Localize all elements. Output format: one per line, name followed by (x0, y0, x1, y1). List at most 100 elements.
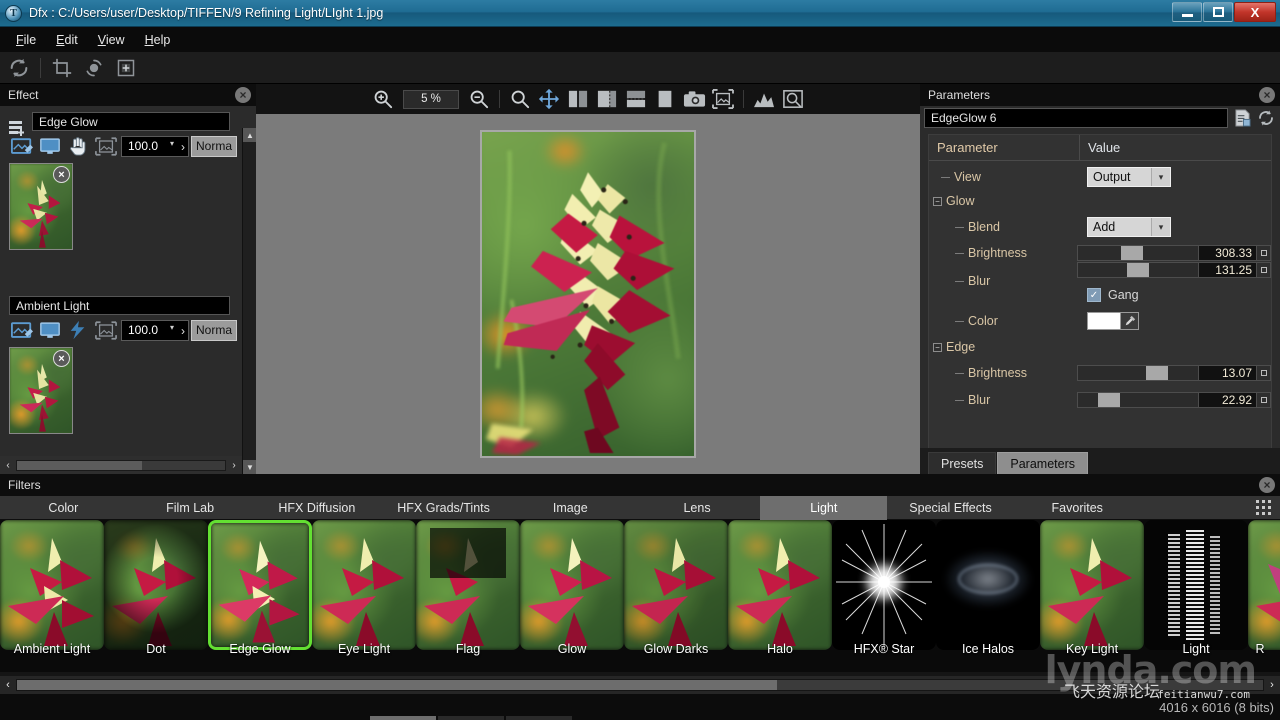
view-select[interactable]: Output ▾ (1087, 167, 1171, 187)
edge-brightness-keyframe-icon[interactable] (1257, 365, 1271, 381)
scrollbar-track[interactable] (243, 142, 257, 460)
chevron-down-icon[interactable]: ▾ (1151, 218, 1170, 236)
close-button[interactable]: X (1234, 2, 1276, 22)
filter-item-flag[interactable]: Flag (416, 520, 520, 672)
rotate-icon[interactable] (80, 55, 108, 81)
menu-item-file[interactable]: FFileile (8, 30, 44, 50)
param-group-glow[interactable]: − Glow (929, 189, 1271, 213)
filter-item-edge-glow[interactable]: Edge Glow (208, 520, 312, 672)
crop-icon[interactable] (48, 55, 76, 81)
menu-item-edit[interactable]: Edit (48, 30, 86, 50)
filter-item-light[interactable]: Light (1144, 520, 1248, 672)
filter-item-eye-light[interactable]: Eye Light (312, 520, 416, 672)
mask-icon[interactable] (9, 135, 35, 157)
single-view-icon[interactable] (652, 87, 678, 111)
split-view-horizontal-icon[interactable] (623, 87, 649, 111)
filter-item-glow[interactable]: Glow (520, 520, 624, 672)
filters-panel-close-icon[interactable]: × (1259, 477, 1275, 493)
preview-image[interactable] (480, 130, 696, 458)
viewer-canvas[interactable] (256, 114, 920, 474)
layer-stack-icon[interactable] (9, 121, 27, 136)
scroll-left-icon[interactable]: ‹ (0, 676, 16, 694)
histogram-icon[interactable] (751, 87, 777, 111)
snapshot-camera-icon[interactable] (681, 87, 707, 111)
blend-mode-select[interactable]: Norma (191, 320, 237, 341)
lightning-icon[interactable] (65, 319, 91, 341)
remove-layer-icon[interactable]: × (53, 350, 70, 367)
collapse-toggle-icon[interactable]: − (933, 343, 942, 352)
effect-panel-horizontal-scrollbar[interactable]: ‹ › (0, 456, 242, 474)
zoom-level-field[interactable]: 5 % (403, 90, 459, 109)
chevron-down-icon[interactable]: ▾ (1151, 168, 1170, 186)
opacity-spinner-icon[interactable]: ▾ (170, 324, 174, 331)
effect-layer-thumbnail[interactable]: × (9, 347, 73, 434)
opacity-field[interactable]: 100.0 ▾ › (121, 136, 189, 157)
zoom-out-icon[interactable] (466, 87, 492, 111)
edge-brightness-value[interactable]: 13.07 (1199, 365, 1257, 381)
filters-horizontal-scrollbar[interactable]: ‹ › (0, 676, 1280, 694)
filter-item-glow-darks[interactable]: Glow Darks (624, 520, 728, 672)
effect-layer-ambient-light[interactable]: Ambient Light (0, 296, 256, 466)
parameters-panel-close-icon[interactable]: × (1259, 87, 1275, 103)
pan-move-icon[interactable] (536, 87, 562, 111)
hand-icon[interactable] (65, 135, 91, 157)
effect-panel-vertical-scrollbar[interactable]: ▲ ▼ (242, 128, 256, 474)
tab-special-effects[interactable]: Special Effects (887, 496, 1014, 520)
filter-item-partial[interactable]: R (1248, 520, 1280, 672)
monitor-icon[interactable] (37, 319, 63, 341)
grid-view-icon[interactable] (1256, 500, 1274, 516)
filter-item-halo[interactable]: Halo (728, 520, 832, 672)
effect-layer-thumbnail[interactable]: × (9, 163, 73, 250)
filter-item-dot[interactable]: Dot (104, 520, 208, 672)
scroll-down-icon[interactable]: ▼ (243, 460, 257, 474)
glow-blur-slider[interactable] (1077, 262, 1199, 278)
reset-icon[interactable] (1256, 108, 1276, 128)
opacity-field[interactable]: 100.0 ▾ › (121, 320, 189, 341)
collapse-toggle-icon[interactable]: − (933, 197, 942, 206)
status-tab[interactable] (438, 716, 504, 720)
scrollbar-track[interactable] (16, 460, 226, 471)
effect-layer-edge-glow[interactable]: Edge Glow (0, 112, 256, 290)
tab-hfx-diffusion[interactable]: HFX Diffusion (253, 496, 380, 520)
effect-layer-name-field[interactable]: Edge Glow (32, 112, 230, 131)
edge-blur-slider[interactable] (1077, 392, 1199, 408)
tab-hfx-grads-tints[interactable]: HFX Grads/Tints (380, 496, 507, 520)
gang-checkbox[interactable]: ✓ (1087, 288, 1101, 302)
blend-mode-select[interactable]: Norma (191, 136, 237, 157)
param-group-edge[interactable]: − Edge (929, 335, 1271, 359)
remove-layer-icon[interactable]: × (53, 166, 70, 183)
fit-to-screen-icon[interactable] (112, 55, 140, 81)
fit-image-icon[interactable] (710, 87, 736, 111)
monitor-icon[interactable] (37, 135, 63, 157)
edge-blur-value[interactable]: 22.92 (1199, 392, 1257, 408)
mask-icon[interactable] (9, 319, 35, 341)
tab-parameters[interactable]: Parameters (997, 452, 1088, 474)
scrollbar-track[interactable] (16, 679, 1264, 691)
tab-color[interactable]: Color (0, 496, 127, 520)
maximize-button[interactable] (1203, 2, 1233, 22)
eyedropper-icon[interactable] (1121, 312, 1139, 330)
tab-lens[interactable]: Lens (634, 496, 761, 520)
glow-blur-keyframe-icon[interactable] (1257, 262, 1271, 278)
glow-color-swatch[interactable] (1087, 312, 1121, 330)
scroll-up-icon[interactable]: ▲ (243, 128, 257, 142)
filter-item-hfx-star[interactable]: HFX® Star (832, 520, 936, 672)
preset-name-field[interactable]: EdgeGlow 6 (924, 108, 1228, 128)
frame-icon[interactable] (93, 135, 119, 157)
inspect-icon[interactable] (780, 87, 806, 111)
filter-item-ambient-light[interactable]: Ambient Light (0, 520, 104, 672)
frame-icon[interactable] (93, 319, 119, 341)
tab-favorites[interactable]: Favorites (1014, 496, 1141, 520)
edge-brightness-slider[interactable] (1077, 365, 1199, 381)
scroll-right-icon[interactable]: › (226, 456, 242, 474)
tab-film-lab[interactable]: Film Lab (127, 496, 254, 520)
opacity-expand-icon[interactable]: › (181, 324, 185, 338)
scroll-right-icon[interactable]: › (1264, 676, 1280, 694)
magnifier-icon[interactable] (507, 87, 533, 111)
save-preset-icon[interactable] (1232, 108, 1252, 128)
tab-image[interactable]: Image (507, 496, 634, 520)
opacity-expand-icon[interactable]: › (181, 140, 185, 154)
filter-item-key-light[interactable]: Key Light (1040, 520, 1144, 672)
opacity-spinner-icon[interactable]: ▾ (170, 140, 174, 147)
menu-item-view[interactable]: View (90, 30, 133, 50)
